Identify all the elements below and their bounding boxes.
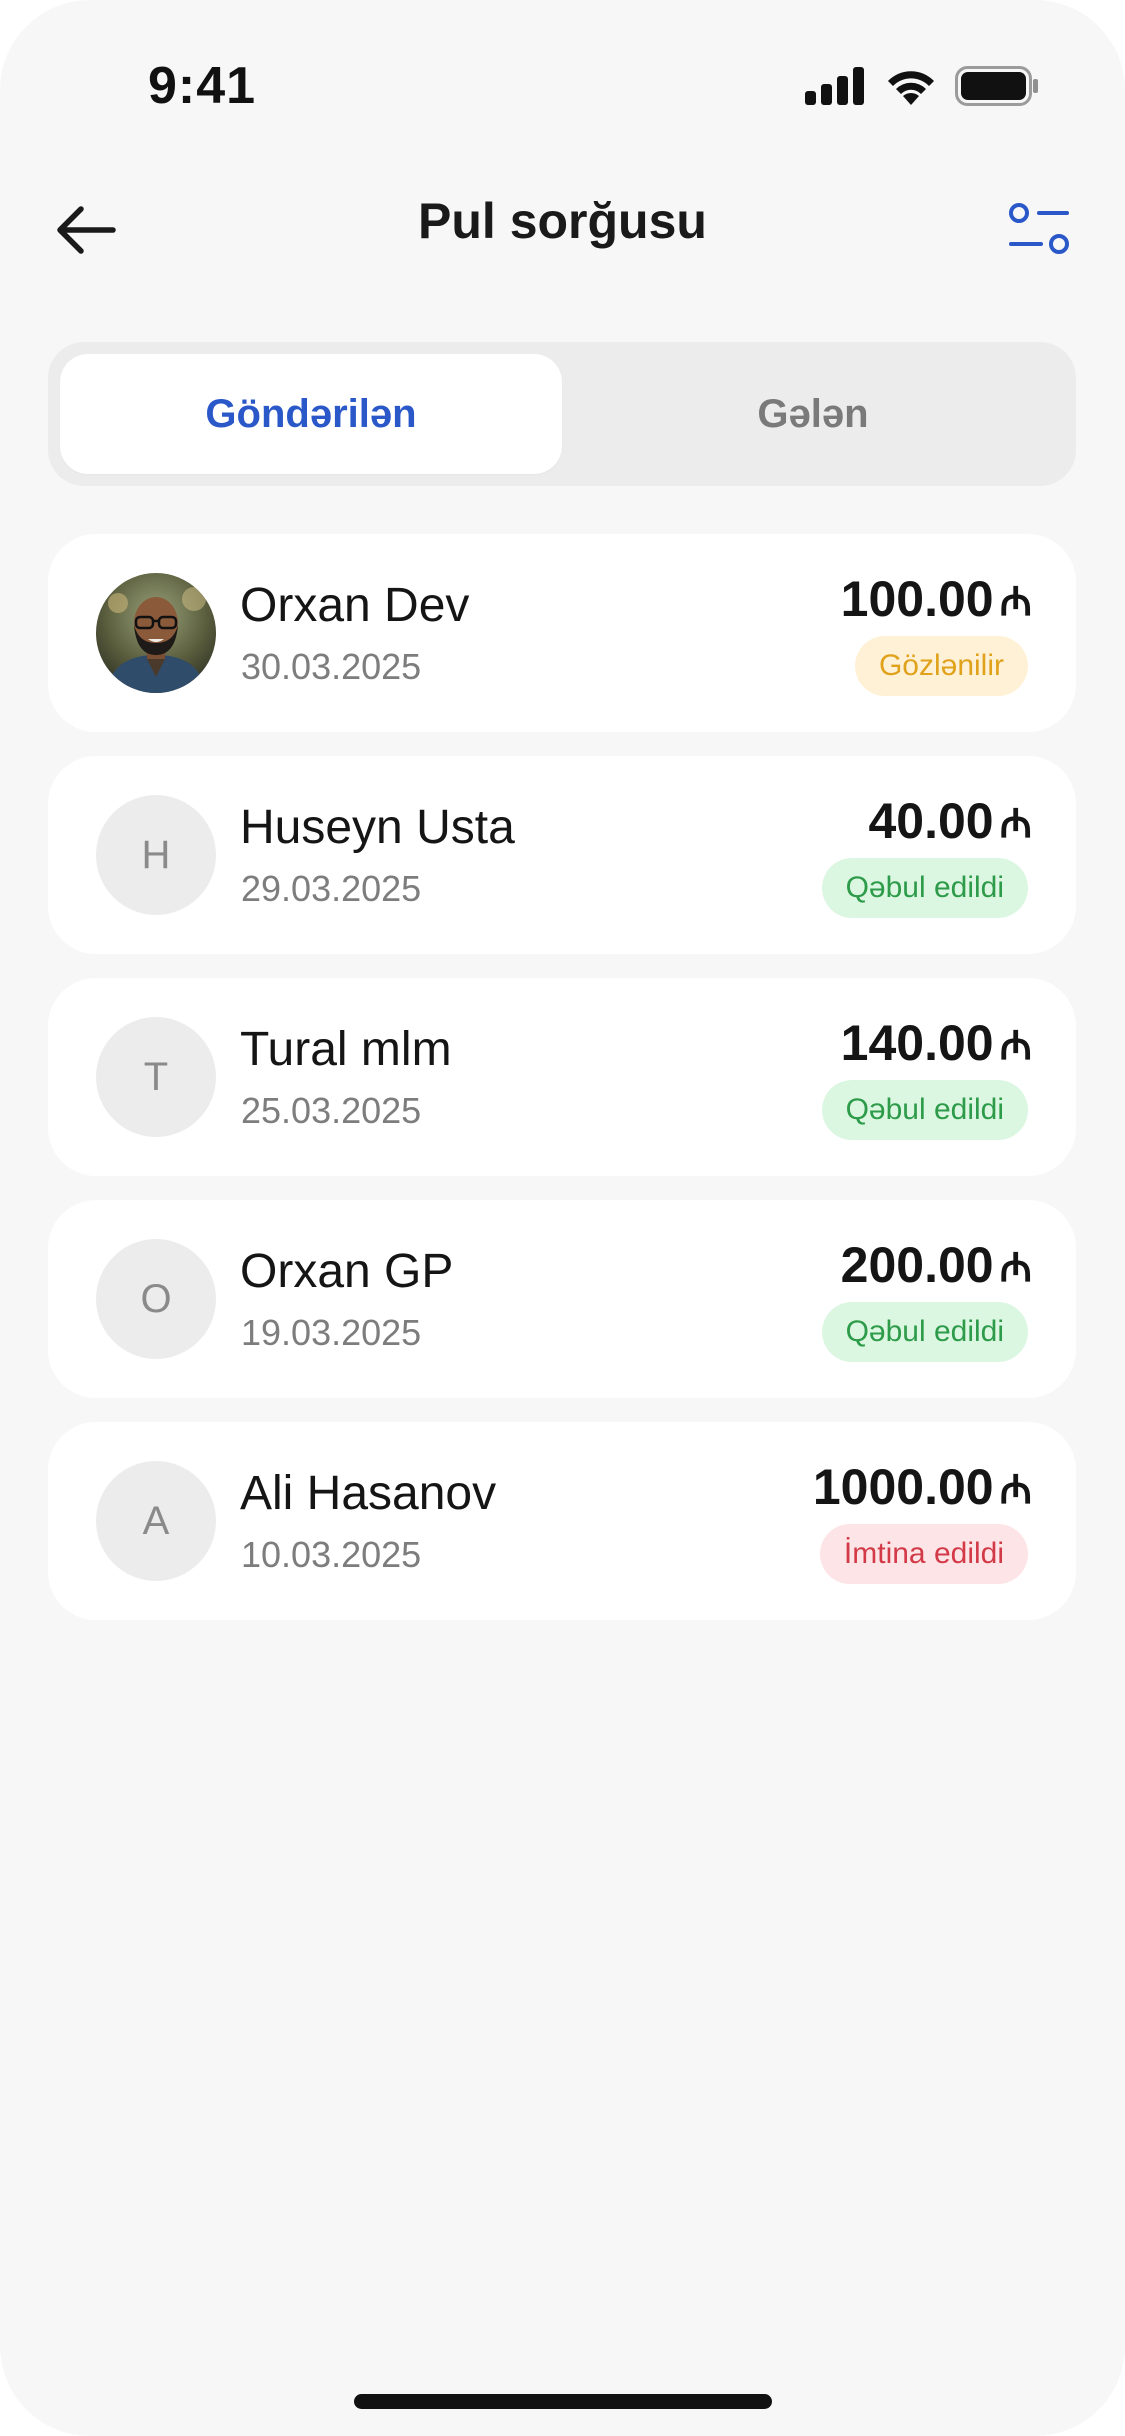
segmented-tabs: Göndərilən Gələn [48,342,1076,486]
contact-name: Orxan Dev [240,579,470,632]
status-badge: Gözlənilir [854,636,1028,696]
contact-name: Ali Hasanov [240,1467,497,1520]
amount: 140.00 ₼ [841,1014,1032,1072]
request-date: 10.03.2025 [241,1534,422,1575]
avatar-photo [96,573,216,693]
header: Pul sorğusu [0,170,1125,280]
manat-symbol: ₼ [999,1245,1032,1290]
status-time: 9:41 [148,57,257,115]
tab-sent[interactable]: Göndərilən [60,354,562,474]
amount-value: 200.00 [840,1237,994,1293]
status-badge: Qəbul edildi [821,1080,1028,1140]
request-date: 30.03.2025 [241,646,422,687]
phone-screen: 9:41 Pul sorğusu Göndərilən Gələn Orxan … [0,0,1125,2436]
wifi-icon [888,71,934,105]
avatar: H [96,795,216,915]
manat-symbol: ₼ [999,1023,1032,1068]
battery-icon [955,66,1038,106]
status-badge: İmtina edildi [819,1524,1028,1584]
request-date: 29.03.2025 [241,868,422,909]
filter-sliders-icon [1009,203,1069,254]
amount-value: 40.00 [868,793,994,849]
avatar: T [96,1017,216,1137]
list-item[interactable]: Orxan Dev 30.03.2025 100.00 ₼ Gözlənilir [48,534,1076,732]
amount: 200.00 ₼ [841,1236,1032,1294]
contact-name: Tural mlm [240,1023,452,1076]
signal-icon [805,67,864,105]
status-badge: Qəbul edildi [821,858,1028,918]
page-title: Pul sorğusu [418,193,707,249]
manat-symbol: ₼ [999,801,1032,846]
avatar: O [96,1239,216,1359]
amount-value: 1000.00 [812,1459,994,1515]
avatar [96,573,216,693]
list-item[interactable]: H Huseyn Usta 29.03.2025 40.00 ₼ Qəbul e… [48,756,1076,954]
manat-symbol: ₼ [999,579,1032,624]
amount: 1000.00 ₼ [813,1458,1032,1516]
list-item[interactable]: A Ali Hasanov 10.03.2025 1000.00 ₼ İmtin… [48,1422,1076,1620]
manat-symbol: ₼ [999,1467,1032,1512]
status-icons [805,66,1039,106]
tab-received[interactable]: Gələn [562,354,1064,474]
request-date: 19.03.2025 [241,1312,422,1353]
amount: 40.00 ₼ [868,792,1032,850]
home-indicator [354,2394,772,2409]
status-bar: 9:41 [0,0,1125,150]
contact-name: Huseyn Usta [240,801,515,854]
amount-value: 100.00 [840,571,994,627]
filter-button[interactable] [997,188,1081,272]
request-date: 25.03.2025 [241,1090,422,1131]
list-item[interactable]: O Orxan GP 19.03.2025 200.00 ₼ Qəbul edi… [48,1200,1076,1398]
status-badge: Qəbul edildi [821,1302,1028,1362]
amount: 100.00 ₼ [841,570,1032,628]
amount-value: 140.00 [840,1015,994,1071]
list-item[interactable]: T Tural mlm 25.03.2025 140.00 ₼ Qəbul ed… [48,978,1076,1176]
contact-name: Orxan GP [240,1245,454,1298]
request-list: Orxan Dev 30.03.2025 100.00 ₼ Gözlənilir… [48,534,1076,1644]
avatar: A [96,1461,216,1581]
